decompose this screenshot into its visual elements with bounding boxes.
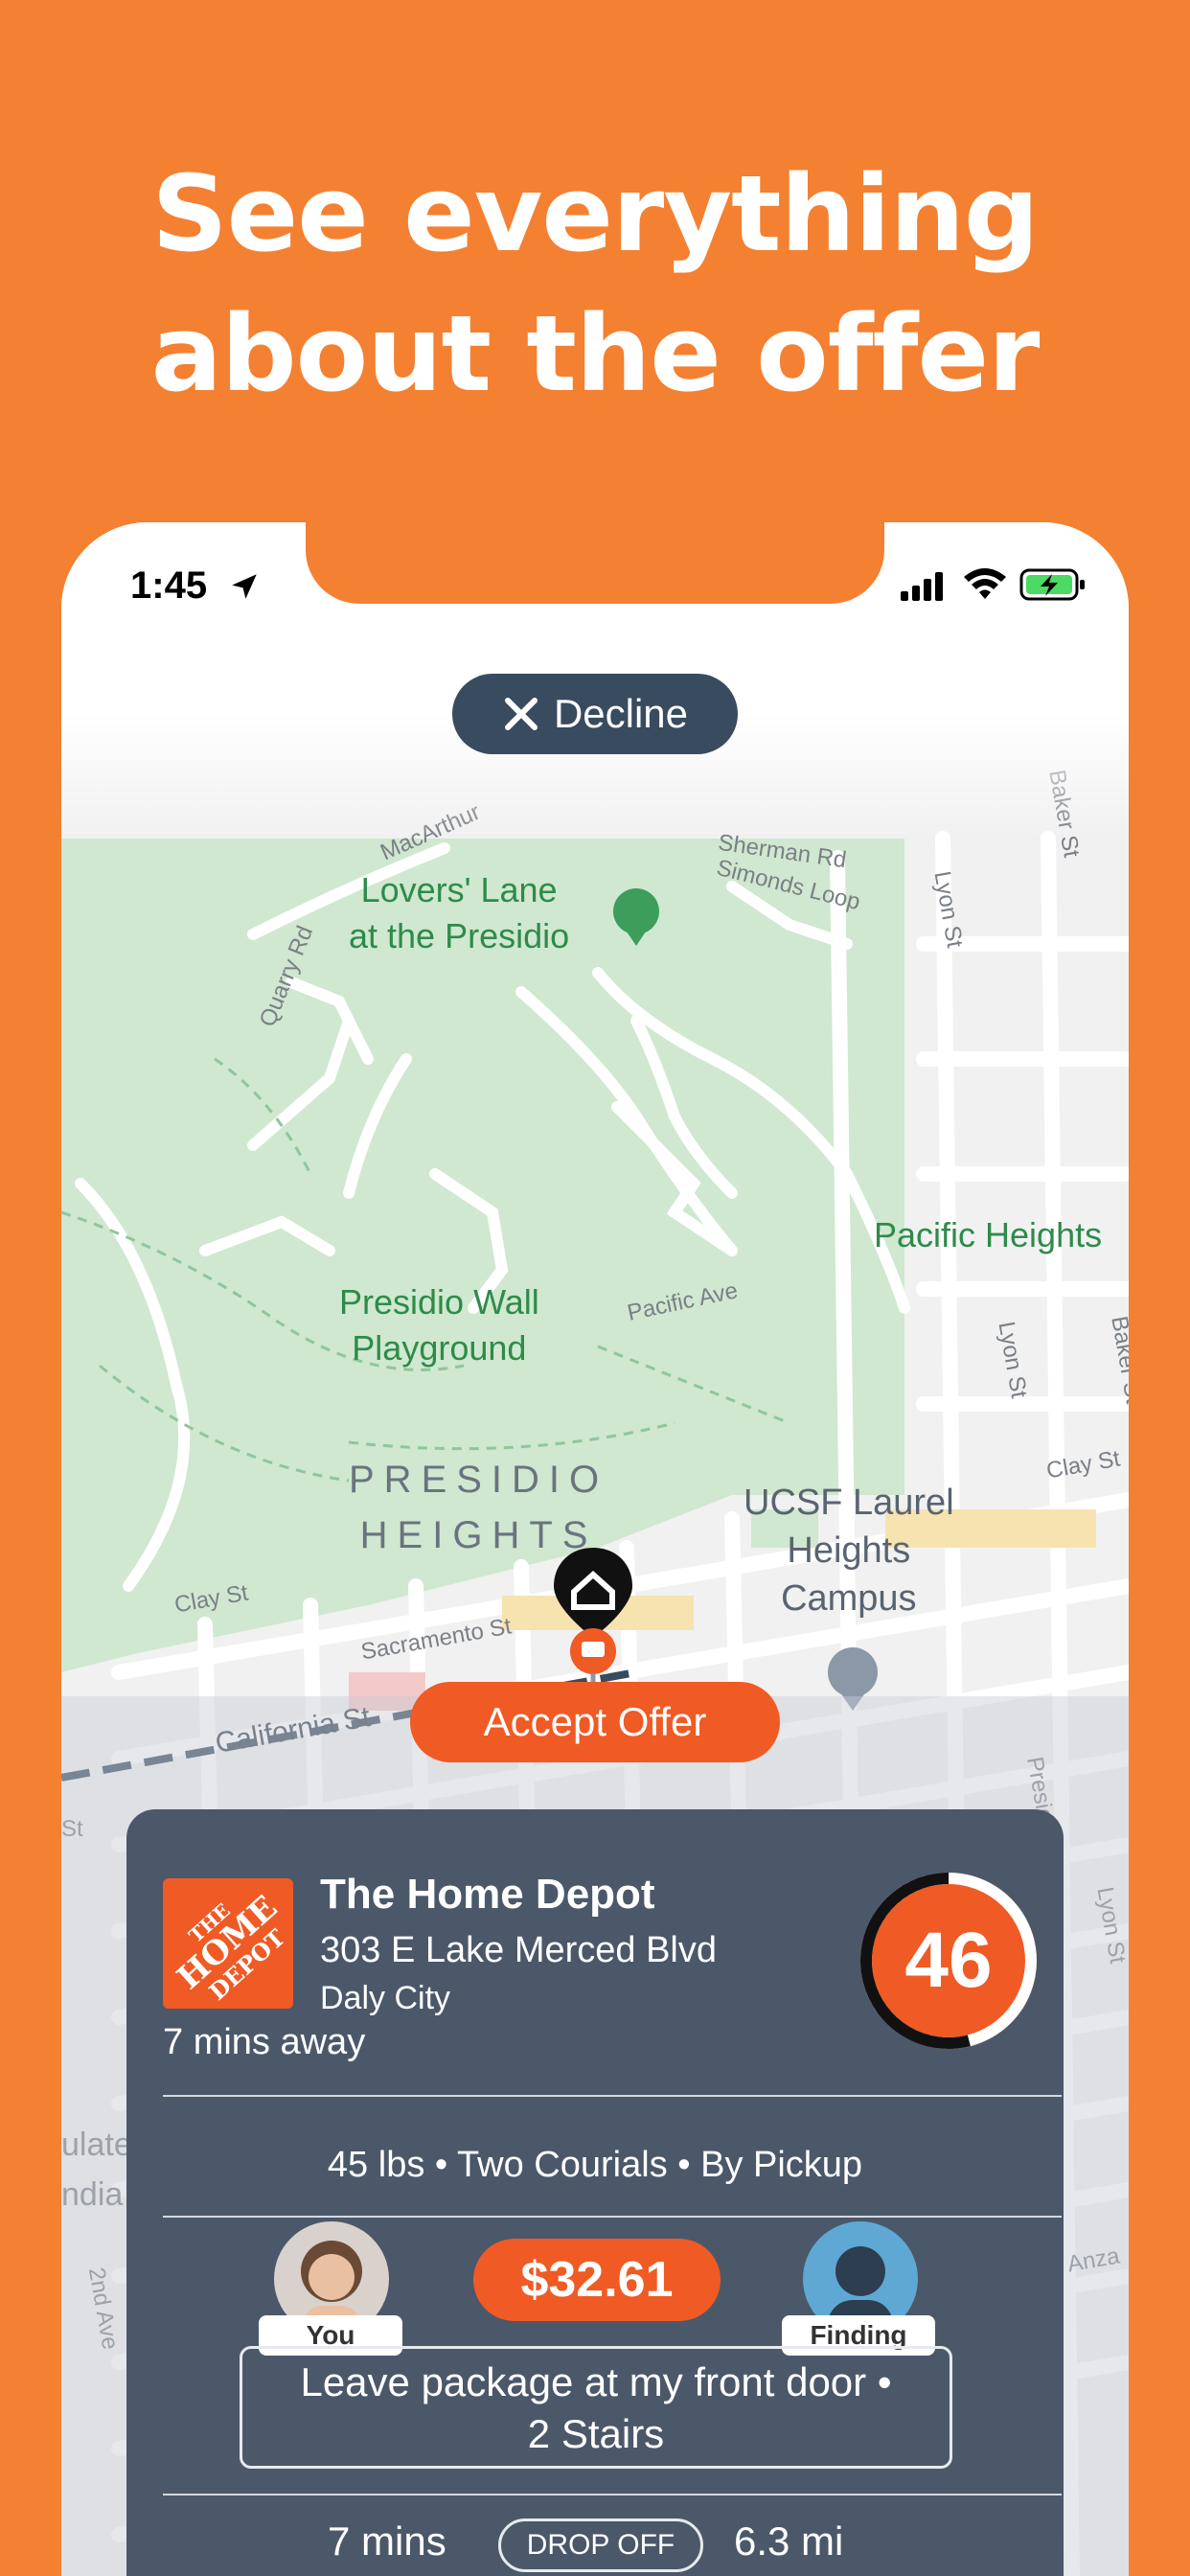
- phone-screen: Lovers' Lane at the Presidio Pacific Hei…: [61, 522, 1129, 2576]
- store-location-pin-icon[interactable]: [550, 1546, 636, 1690]
- map-label-pacific-heights: Pacific Heights: [874, 1215, 1103, 1254]
- card-divider-1: [163, 2095, 1062, 2097]
- map-label-ucsf: UCSF Laurel Heights Campus: [744, 1483, 954, 1619]
- battery-charging-icon: [1019, 568, 1085, 601]
- store-city: Daly City: [320, 1980, 451, 2016]
- hero-line-1: See everything: [151, 152, 1039, 275]
- close-icon: [504, 698, 538, 730]
- card-divider-3: [163, 2494, 1062, 2496]
- delivery-instructions: Leave package at my front door • 2 Stair…: [240, 2346, 952, 2469]
- trip-time: 7 mins: [328, 2518, 446, 2564]
- map-label-presidio-wall: Presidio Wall Playground: [339, 1282, 539, 1368]
- score-value: 46: [904, 1917, 993, 2004]
- device-notch: [306, 522, 884, 604]
- location-arrow-icon: [232, 574, 257, 599]
- map-label-lovers-lane: Lovers' Lane at the Presidio: [349, 870, 570, 955]
- card-divider-2: [163, 2216, 1062, 2218]
- cellular-signal-icon: [901, 572, 943, 601]
- hero-heading: See everything about the offer: [0, 144, 1190, 424]
- decline-label: Decline: [553, 691, 689, 736]
- home-depot-logo: THE HOME DEPOT: [163, 1878, 293, 2009]
- decline-button[interactable]: Decline: [452, 674, 738, 754]
- offer-card[interactable]: THE HOME DEPOT The Home Depot 303 E Lake…: [126, 1809, 1064, 2576]
- note-line-2: 2 Stairs: [527, 2411, 665, 2456]
- trip-summary: 7 mins DROP OFF 6.3 mi: [126, 2518, 1064, 2576]
- offer-score-gauge: 46: [853, 1865, 1044, 2057]
- offer-price: $32.61: [473, 2239, 721, 2321]
- status-time: 1:45: [130, 564, 208, 607]
- store-name: The Home Depot: [320, 1871, 655, 1918]
- note-line-1: Leave package at my front door •: [300, 2359, 892, 2404]
- pickup-eta: 7 mins away: [163, 2022, 366, 2062]
- accept-offer-button[interactable]: Accept Offer: [410, 1682, 780, 1762]
- wifi-icon: [964, 568, 1006, 599]
- trip-type-badge: DROP OFF: [498, 2518, 703, 2572]
- hero-line-2: about the offer: [150, 292, 1041, 415]
- store-address: 303 E Lake Merced Blvd: [320, 1930, 718, 1970]
- trip-distance: 6.3 mi: [734, 2518, 844, 2564]
- offer-details: 45 lbs • Two Courials • By Pickup: [327, 2145, 863, 2185]
